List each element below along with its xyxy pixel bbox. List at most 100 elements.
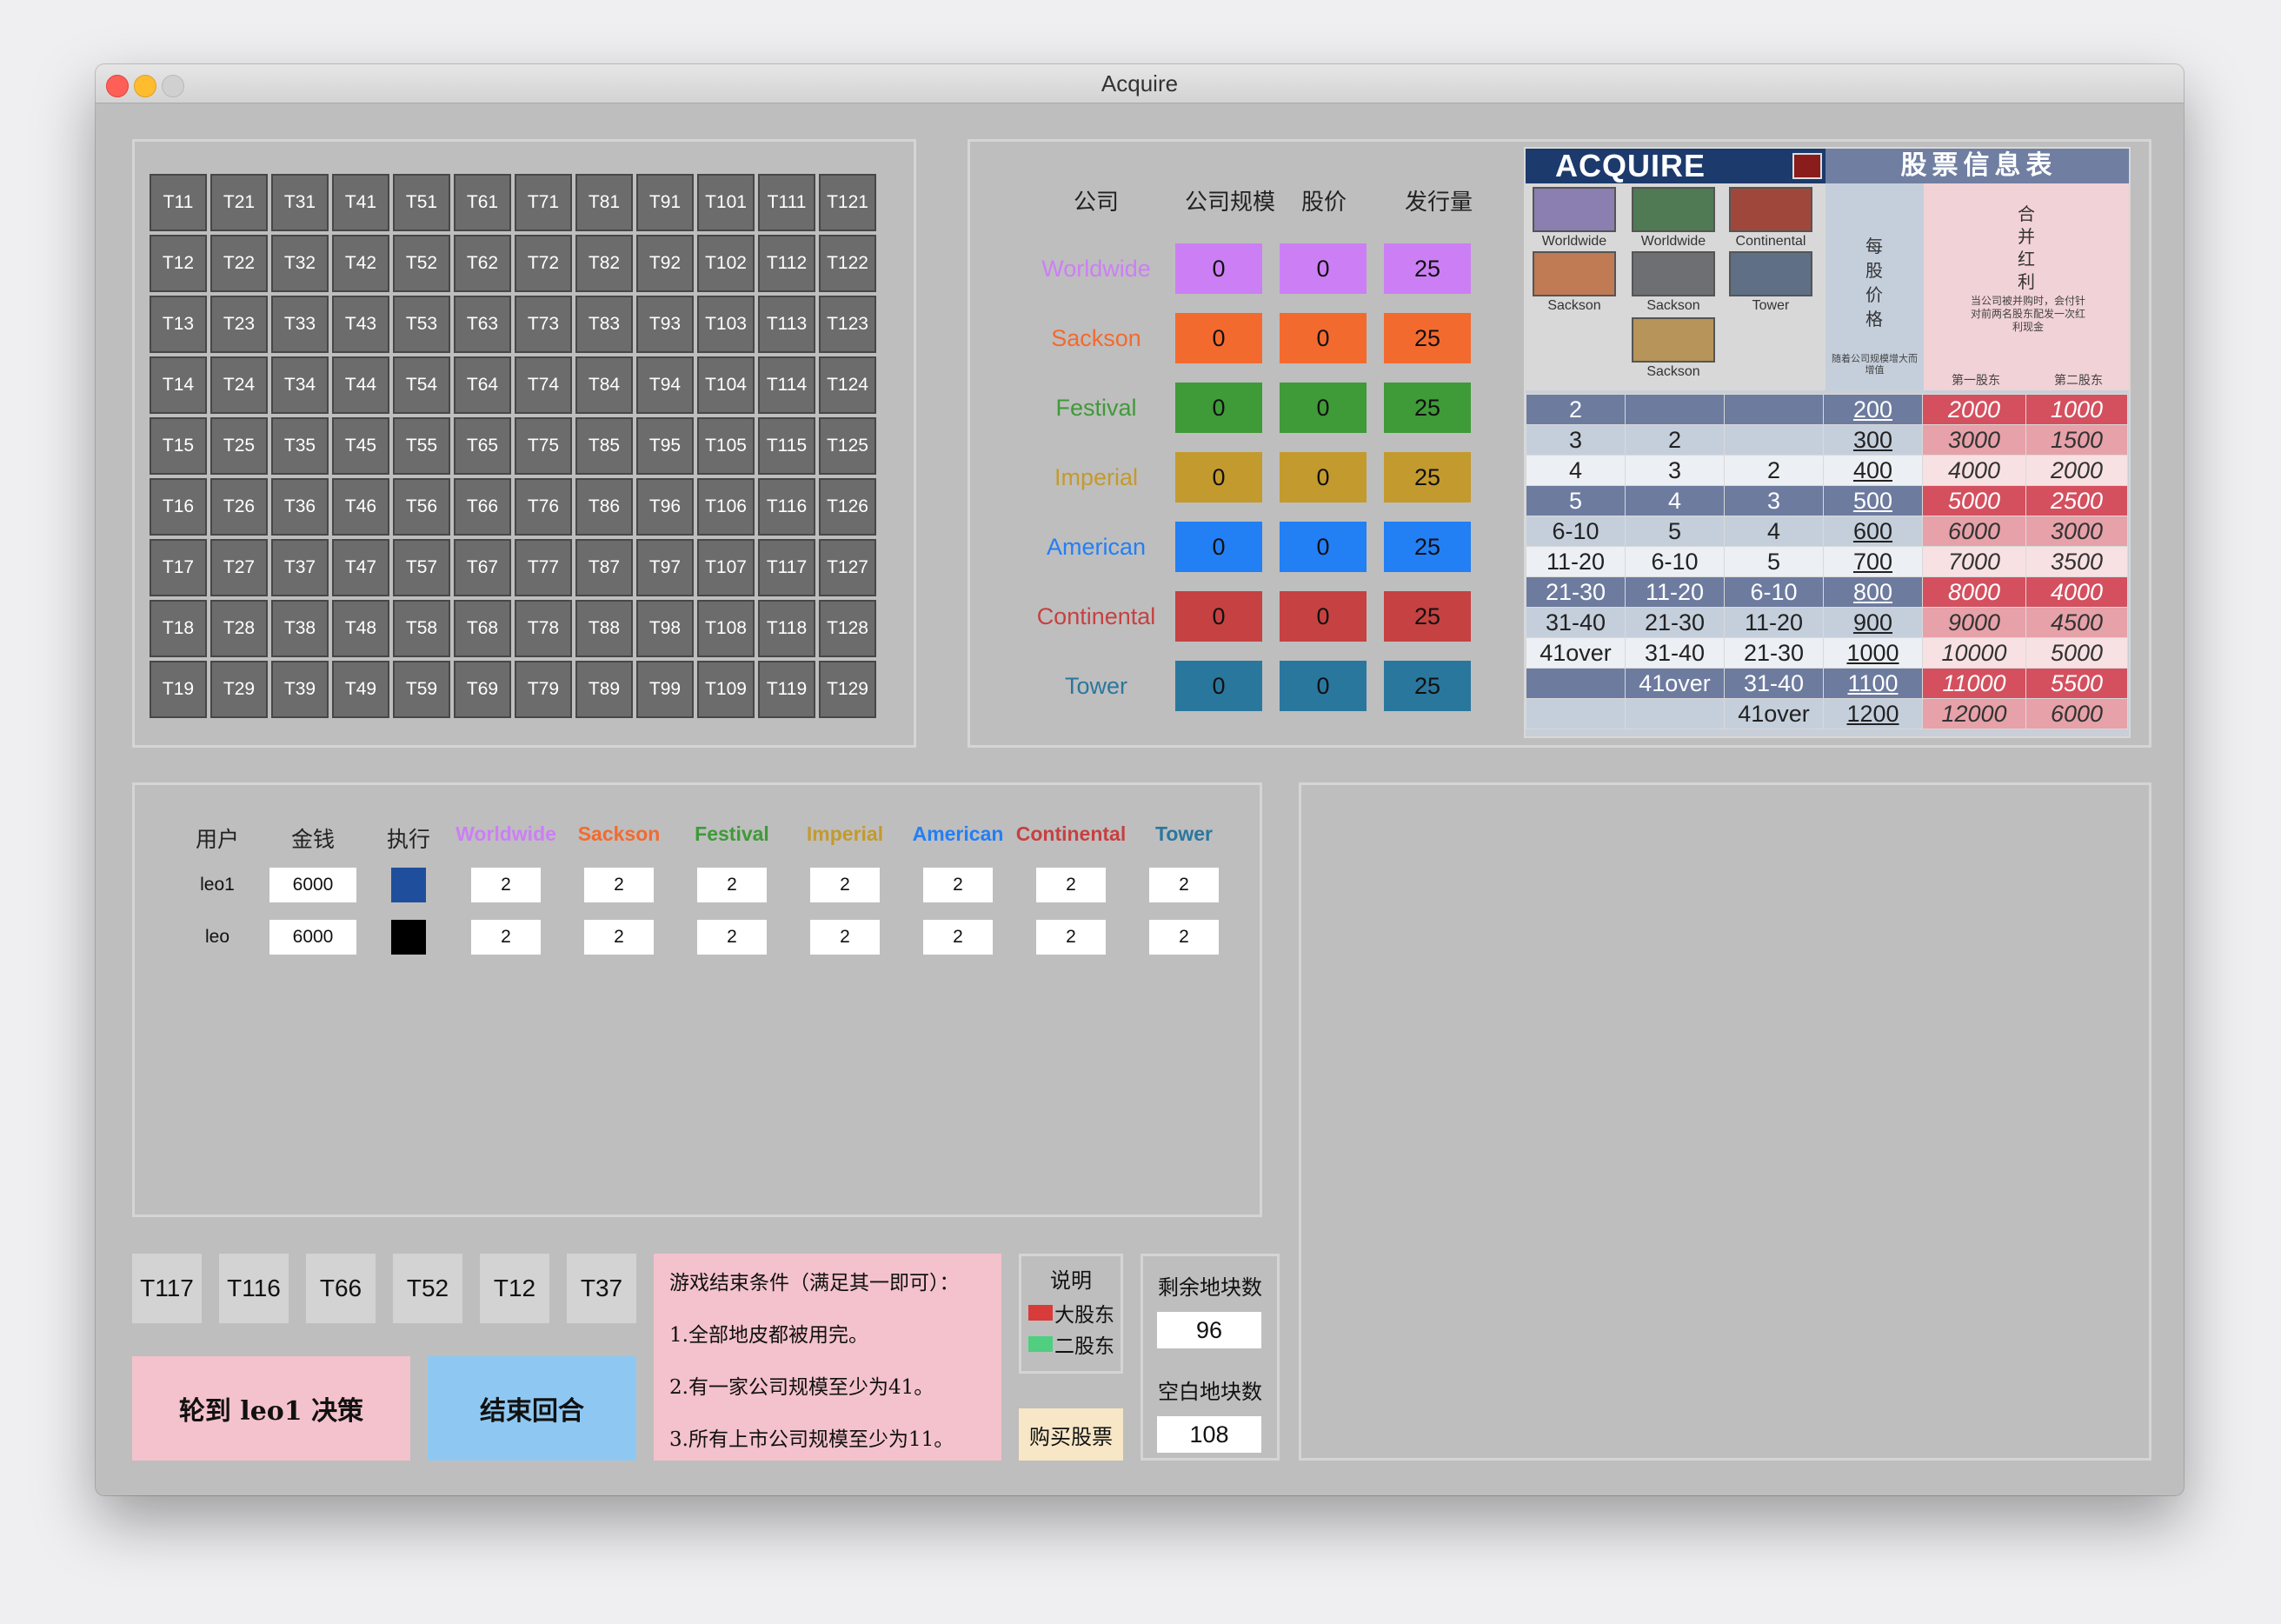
board-tile[interactable]: T85 xyxy=(575,417,633,475)
board-tile[interactable]: T52 xyxy=(393,235,450,292)
board-tile[interactable]: T101 xyxy=(697,174,755,231)
turn-status-button[interactable]: 轮到 leo1 决策 xyxy=(132,1356,410,1461)
board-tile[interactable]: T55 xyxy=(393,417,450,475)
board-tile[interactable]: T73 xyxy=(515,296,572,353)
board-tile[interactable]: T37 xyxy=(271,539,329,596)
board-tile[interactable]: T124 xyxy=(819,356,876,414)
board-tile[interactable]: T69 xyxy=(454,661,511,718)
board-tile[interactable]: T82 xyxy=(575,235,633,292)
buy-stock-button[interactable]: 购买股票 xyxy=(1019,1408,1123,1461)
board-tile[interactable]: T114 xyxy=(758,356,815,414)
board-tile[interactable]: T115 xyxy=(758,417,815,475)
board-tile[interactable]: T102 xyxy=(697,235,755,292)
board-tile[interactable]: T35 xyxy=(271,417,329,475)
board-tile[interactable]: T108 xyxy=(697,600,755,657)
board-tile[interactable]: T19 xyxy=(150,661,207,718)
board-tile[interactable]: T72 xyxy=(515,235,572,292)
board-tile[interactable]: T18 xyxy=(150,600,207,657)
board-tile[interactable]: T112 xyxy=(758,235,815,292)
board-tile[interactable]: T57 xyxy=(393,539,450,596)
board-tile[interactable]: T29 xyxy=(210,661,268,718)
board-tile[interactable]: T17 xyxy=(150,539,207,596)
board-tile[interactable]: T32 xyxy=(271,235,329,292)
board-tile[interactable]: T84 xyxy=(575,356,633,414)
board-tile[interactable]: T116 xyxy=(758,478,815,536)
board-tile[interactable]: T126 xyxy=(819,478,876,536)
board-tile[interactable]: T68 xyxy=(454,600,511,657)
board-tile[interactable]: T106 xyxy=(697,478,755,536)
board-tile[interactable]: T88 xyxy=(575,600,633,657)
board-tile[interactable]: T66 xyxy=(454,478,511,536)
end-turn-button[interactable]: 结束回合 xyxy=(428,1356,636,1461)
board-tile[interactable]: T79 xyxy=(515,661,572,718)
board-tile[interactable]: T113 xyxy=(758,296,815,353)
board-tile[interactable]: T25 xyxy=(210,417,268,475)
board-tile[interactable]: T47 xyxy=(332,539,389,596)
board-tile[interactable]: T98 xyxy=(636,600,694,657)
board-tile[interactable]: T111 xyxy=(758,174,815,231)
board-tile[interactable]: T26 xyxy=(210,478,268,536)
board-tile[interactable]: T105 xyxy=(697,417,755,475)
board-tile[interactable]: T122 xyxy=(819,235,876,292)
board-tile[interactable]: T21 xyxy=(210,174,268,231)
board-tile[interactable]: T28 xyxy=(210,600,268,657)
board-tile[interactable]: T49 xyxy=(332,661,389,718)
board-tile[interactable]: T31 xyxy=(271,174,329,231)
board-tile[interactable]: T53 xyxy=(393,296,450,353)
board-tile[interactable]: T95 xyxy=(636,417,694,475)
board-tile[interactable]: T107 xyxy=(697,539,755,596)
board-tile[interactable]: T128 xyxy=(819,600,876,657)
board-tile[interactable]: T76 xyxy=(515,478,572,536)
board-tile[interactable]: T12 xyxy=(150,235,207,292)
board-tile[interactable]: T36 xyxy=(271,478,329,536)
board-tile[interactable]: T67 xyxy=(454,539,511,596)
board-tile[interactable]: T59 xyxy=(393,661,450,718)
board-tile[interactable]: T71 xyxy=(515,174,572,231)
hand-tile[interactable]: T12 xyxy=(480,1254,549,1323)
board-tile[interactable]: T27 xyxy=(210,539,268,596)
board-tile[interactable]: T62 xyxy=(454,235,511,292)
board-tile[interactable]: T118 xyxy=(758,600,815,657)
board-tile[interactable]: T61 xyxy=(454,174,511,231)
board-tile[interactable]: T103 xyxy=(697,296,755,353)
board-tile[interactable]: T42 xyxy=(332,235,389,292)
board-tile[interactable]: T43 xyxy=(332,296,389,353)
board-tile[interactable]: T16 xyxy=(150,478,207,536)
hand-tile[interactable]: T66 xyxy=(306,1254,376,1323)
board-tile[interactable]: T51 xyxy=(393,174,450,231)
board-tile[interactable]: T74 xyxy=(515,356,572,414)
board-tile[interactable]: T46 xyxy=(332,478,389,536)
board-tile[interactable]: T56 xyxy=(393,478,450,536)
board-tile[interactable]: T83 xyxy=(575,296,633,353)
board-tile[interactable]: T78 xyxy=(515,600,572,657)
board-tile[interactable]: T77 xyxy=(515,539,572,596)
board-tile[interactable]: T94 xyxy=(636,356,694,414)
board-tile[interactable]: T54 xyxy=(393,356,450,414)
board-tile[interactable]: T81 xyxy=(575,174,633,231)
board-tile[interactable]: T22 xyxy=(210,235,268,292)
board-tile[interactable]: T86 xyxy=(575,478,633,536)
board-tile[interactable]: T127 xyxy=(819,539,876,596)
board-tile[interactable]: T48 xyxy=(332,600,389,657)
board-tile[interactable]: T121 xyxy=(819,174,876,231)
board-tile[interactable]: T34 xyxy=(271,356,329,414)
board-tile[interactable]: T45 xyxy=(332,417,389,475)
board-tile[interactable]: T11 xyxy=(150,174,207,231)
board-tile[interactable]: T87 xyxy=(575,539,633,596)
hand-tile[interactable]: T52 xyxy=(393,1254,462,1323)
board-tile[interactable]: T93 xyxy=(636,296,694,353)
board-tile[interactable]: T99 xyxy=(636,661,694,718)
board-tile[interactable]: T75 xyxy=(515,417,572,475)
board-tile[interactable]: T91 xyxy=(636,174,694,231)
board-tile[interactable]: T14 xyxy=(150,356,207,414)
board-tile[interactable]: T13 xyxy=(150,296,207,353)
board-tile[interactable]: T123 xyxy=(819,296,876,353)
board-tile[interactable]: T39 xyxy=(271,661,329,718)
board-tile[interactable]: T38 xyxy=(271,600,329,657)
hand-tile[interactable]: T117 xyxy=(132,1254,202,1323)
board-tile[interactable]: T92 xyxy=(636,235,694,292)
hand-tile[interactable]: T37 xyxy=(567,1254,636,1323)
board-tile[interactable]: T15 xyxy=(150,417,207,475)
board-tile[interactable]: T125 xyxy=(819,417,876,475)
board-tile[interactable]: T44 xyxy=(332,356,389,414)
